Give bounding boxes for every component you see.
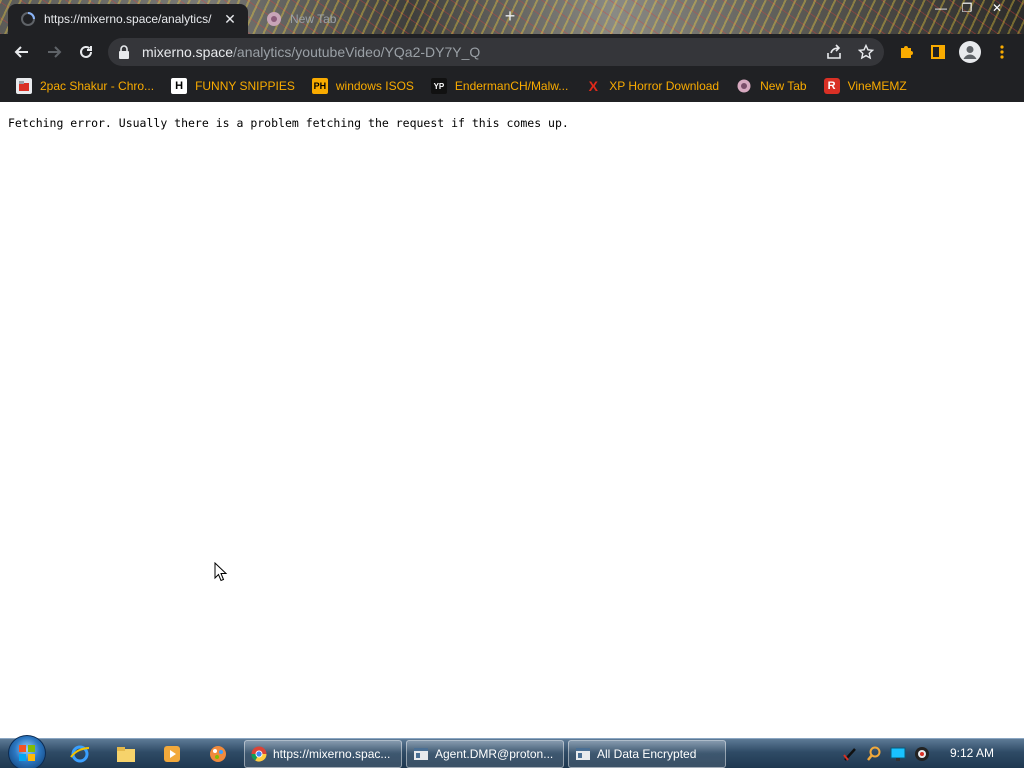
share-icon: [827, 44, 841, 59]
tab-title: https://mixerno.space/analytics/: [44, 12, 212, 26]
media-player-button[interactable]: [160, 742, 184, 766]
back-arrow-icon: [14, 46, 28, 58]
page-content: Fetching error. Usually there is a probl…: [0, 102, 1024, 738]
network-icon[interactable]: [842, 746, 858, 762]
window-icon: [576, 748, 590, 760]
profile-button[interactable]: [958, 40, 982, 64]
search-tray-icon[interactable]: [866, 746, 882, 762]
folder-icon: [16, 78, 32, 94]
bookmark-label: XP Horror Download: [609, 79, 720, 93]
bookmark-label: windows ISOS: [335, 79, 414, 93]
star-icon: [858, 44, 874, 60]
taskbar-window-label: Agent.DMR@proton...: [435, 747, 554, 761]
clock[interactable]: 9:12 AM: [950, 746, 994, 760]
tab-inactive[interactable]: New Tab: [256, 4, 476, 34]
h-logo-icon: H: [171, 78, 188, 94]
new-tab-button[interactable]: +: [500, 6, 520, 26]
error-message: Fetching error. Usually there is a probl…: [8, 116, 569, 130]
reload-button[interactable]: [74, 40, 98, 64]
globe-icon: [267, 12, 281, 26]
ph-logo-icon: PH: [311, 78, 328, 94]
bookmark-endermanch[interactable]: YP EndermanCH/Malw...: [423, 74, 576, 98]
bookmark-label: New Tab: [760, 79, 807, 93]
restore-button[interactable]: ❐: [954, 0, 980, 16]
title-bar: https://mixerno.space/analytics/ ✕ New T…: [0, 0, 1024, 34]
windows-logo-icon: [19, 745, 35, 761]
bookmark-label: EndermanCH/Malw...: [454, 79, 569, 93]
x-logo-icon: X: [588, 78, 598, 94]
browser-toolbar: mixerno.space/analytics/youtubeVideo/YQa…: [0, 34, 1024, 70]
tab-active[interactable]: https://mixerno.space/analytics/ ✕: [8, 4, 248, 34]
taskbar-window-agent[interactable]: Agent.DMR@proton...: [406, 740, 564, 768]
url-host: mixerno.space: [142, 44, 234, 60]
ie-icon: [70, 745, 90, 763]
bookmark-funny-snippies[interactable]: H FUNNY SNIPPIES: [163, 74, 303, 98]
chrome-icon: [251, 746, 267, 762]
internet-explorer-button[interactable]: [68, 742, 92, 766]
reload-icon: [80, 45, 92, 58]
puzzle-icon: [901, 46, 913, 58]
paint-button[interactable]: [206, 742, 230, 766]
bookmark-new-tab[interactable]: New Tab: [728, 74, 814, 98]
bookmark-label: VineMEMZ: [847, 79, 907, 93]
taskbar-window-label: https://mixerno.spac...: [273, 747, 391, 761]
forward-arrow-icon: [48, 46, 62, 58]
side-panel-icon: [931, 45, 945, 59]
display-tray-icon[interactable]: [890, 746, 906, 762]
extensions-button[interactable]: [894, 40, 918, 64]
taskbar-window-chrome[interactable]: https://mixerno.spac...: [244, 740, 402, 768]
tab-close-icon[interactable]: ✕: [222, 11, 238, 27]
window-icon: [414, 748, 428, 760]
close-window-button[interactable]: ✕: [984, 0, 1010, 16]
taskbar-window-label: All Data Encrypted: [597, 747, 697, 761]
avatar-icon: [959, 41, 981, 63]
bookmark-label: 2pac Shakur - Chro...: [40, 79, 155, 93]
paint-icon: [210, 746, 226, 762]
taskbar-window-encrypted[interactable]: All Data Encrypted: [568, 740, 726, 768]
bookmarks-bar: 2pac Shakur - Chro... H FUNNY SNIPPIES P…: [0, 70, 1024, 102]
folder-icon: [117, 747, 135, 762]
globe-icon: [736, 78, 752, 94]
explorer-button[interactable]: [114, 742, 138, 766]
minimize-button[interactable]: —: [928, 0, 954, 16]
bookmark-vinememz[interactable]: R VineMEMZ: [816, 74, 915, 98]
bookmark-star-button[interactable]: [854, 40, 878, 64]
forward-button[interactable]: [42, 40, 66, 64]
back-button[interactable]: [10, 40, 34, 64]
media-tray-icon[interactable]: [914, 746, 930, 762]
loading-favicon-icon: [21, 12, 35, 26]
side-panel-button[interactable]: [926, 40, 950, 64]
bookmark-xp-horror[interactable]: X XP Horror Download: [577, 74, 727, 98]
bookmark-windows-isos[interactable]: PH windows ISOS: [304, 74, 422, 98]
r-logo-icon: R: [823, 78, 840, 94]
tab-title: New Tab: [290, 12, 337, 26]
taskbar: https://mixerno.spac... Agent.DMR@proton…: [0, 735, 1024, 768]
bookmark-2pac[interactable]: 2pac Shakur - Chro...: [8, 74, 162, 98]
start-button[interactable]: [8, 735, 46, 768]
yp-logo-icon: YP: [430, 78, 447, 94]
address-bar[interactable]: mixerno.space/analytics/youtubeVideo/YQa…: [108, 38, 884, 66]
url-path: /analytics/youtubeVideo/YQa2-DY7Y_Q: [233, 44, 481, 60]
lock-icon: [119, 45, 129, 59]
menu-button[interactable]: [990, 40, 1014, 64]
kebab-menu-icon: [1000, 45, 1004, 59]
bookmark-label: FUNNY SNIPPIES: [195, 79, 295, 93]
mouse-cursor-icon: [214, 562, 228, 582]
share-button[interactable]: [822, 40, 846, 64]
media-player-icon: [164, 746, 180, 762]
